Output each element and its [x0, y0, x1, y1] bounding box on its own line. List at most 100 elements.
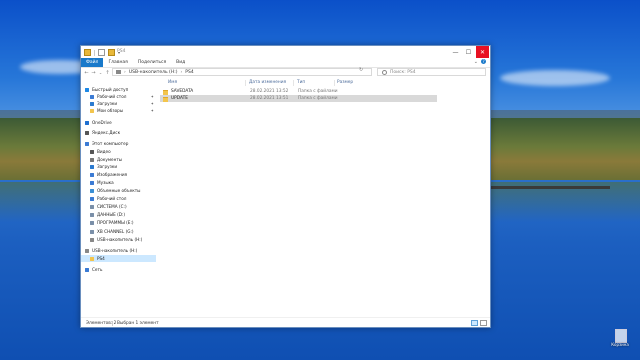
column-date[interactable]: Дата изменения [249, 80, 286, 87]
tab-view[interactable]: Вид [171, 58, 190, 67]
recent-locations-button[interactable]: ⌄ [97, 70, 104, 75]
download-icon [90, 101, 94, 106]
search-input[interactable]: Поиск: PS4 [377, 68, 486, 76]
minimize-button[interactable]: — [449, 46, 462, 58]
navigation-pane: Быстрый доступ Рабочий стол ✦ Загрузки ✦ Мои … [81, 79, 156, 317]
sidebar-item-label: Быстрый доступ [92, 87, 129, 92]
sidebar-item[interactable]: Загрузки ✦ [81, 100, 156, 107]
computer-icon [85, 141, 89, 146]
sidebar-item[interactable]: Музыка [81, 179, 156, 186]
chevron-right-icon: › [124, 69, 126, 75]
sidebar-item-label: Объемные объекты [97, 188, 141, 193]
sidebar-item-label: СИСТЕМА (C:) [97, 204, 127, 209]
usb-icon [116, 70, 121, 74]
folder-icon [90, 108, 94, 113]
sidebar-item[interactable]: СИСТЕМА (C:) [81, 203, 156, 210]
sidebar-item[interactable]: Быстрый доступ [81, 86, 156, 93]
file-list: Имя Дата изменения Тип Размер SAVEDATA 2… [159, 79, 488, 317]
sidebar-item[interactable]: ДАННЫЕ (D:) [81, 211, 156, 218]
pin-icon: ✦ [150, 108, 154, 113]
details-view-button[interactable] [471, 320, 478, 326]
file-type: Папка с файлами [298, 89, 338, 94]
pin-icon: ✦ [150, 101, 154, 106]
sidebar-item-label: ПРОГРАММЫ (E:) [97, 220, 134, 225]
document-icon [90, 157, 94, 162]
separator [112, 321, 113, 326]
forward-button[interactable]: → [90, 70, 97, 76]
properties-icon[interactable] [98, 49, 105, 56]
recycle-bin[interactable]: Корзина [611, 328, 629, 348]
table-row[interactable]: UPDATE 28.02.2021 13:51 Папка с файлами [160, 95, 437, 102]
sidebar-item[interactable]: Мои обзоры ✦ [81, 107, 156, 114]
sidebar-item[interactable]: Загрузки [81, 163, 156, 170]
folder-icon [163, 96, 168, 102]
sidebar-item[interactable]: Видео [81, 148, 156, 155]
sidebar-item-label: Яндекс.Диск [92, 130, 121, 135]
sidebar-item[interactable]: Рабочий стол ✦ [81, 93, 156, 100]
star-icon [85, 87, 89, 92]
image-icon [90, 172, 94, 177]
file-name: UPDATE [171, 96, 188, 101]
sidebar-item-label: Этот компьютер [92, 141, 129, 146]
sidebar-item[interactable]: Сеть [81, 266, 156, 273]
sidebar-item-label: Рабочий стол [97, 94, 127, 99]
sidebar-item[interactable]: Этот компьютер [81, 140, 156, 147]
separator [94, 49, 95, 56]
sidebar-item-label: Изображения [97, 172, 128, 177]
column-type[interactable]: Тип [297, 80, 305, 87]
file-date: 28.02.2021 13:52 [250, 89, 289, 94]
tab-file[interactable]: Файл [81, 58, 104, 67]
chevron-down-icon[interactable]: ⌄ [474, 59, 478, 65]
quick-access-toolbar: ▾ [84, 49, 120, 56]
network-icon [85, 267, 89, 272]
explorer-window: ▾ PS4 — ☐ ✕ Файл Главная Поделиться Вид … [80, 45, 491, 328]
address-bar[interactable]: › USB-накопитель (H:) › PS4 [112, 68, 372, 76]
disk-icon [85, 130, 89, 135]
column-separator[interactable] [245, 80, 246, 86]
sidebar-item[interactable]: OneDrive [81, 119, 156, 126]
sidebar-item-label: PS4 [97, 256, 105, 261]
refresh-icon[interactable]: ↻ [359, 67, 363, 73]
tab-home[interactable]: Главная [103, 58, 132, 67]
sidebar-item[interactable]: Рабочий стол [81, 195, 156, 202]
sidebar-item[interactable]: Объемные объекты [81, 187, 156, 194]
wallpaper-cloud [500, 70, 610, 86]
tab-share[interactable]: Поделиться [133, 58, 171, 67]
breadcrumb-drive[interactable]: USB-накопитель (H:) [129, 70, 178, 75]
sidebar-item-label: Загрузки [97, 164, 118, 169]
sidebar-item[interactable]: USB-накопитель (H:) [81, 236, 156, 243]
sidebar-item[interactable]: XB CHANNEL (G:) [81, 228, 156, 235]
column-separator[interactable] [334, 80, 335, 86]
title-bar[interactable]: ▾ PS4 — ☐ ✕ [81, 46, 490, 58]
up-button[interactable]: ↑ [104, 70, 111, 76]
column-name[interactable]: Имя [168, 80, 177, 87]
column-separator[interactable] [293, 80, 294, 86]
sidebar-item-label: OneDrive [92, 120, 112, 125]
sidebar-item[interactable]: Документы [81, 156, 156, 163]
folder-icon [90, 256, 94, 261]
desktop-icon [90, 94, 94, 99]
breadcrumb-folder[interactable]: PS4 [185, 70, 193, 75]
wallpaper-dock [490, 186, 610, 189]
file-name: SAVEDATA [171, 89, 194, 94]
new-folder-icon[interactable] [108, 49, 115, 56]
cube-icon [90, 188, 94, 193]
folder-icon [163, 89, 168, 95]
recycle-bin-icon [615, 329, 627, 343]
sidebar-item[interactable]: ПРОГРАММЫ (E:) [81, 219, 156, 226]
sidebar-item[interactable]: USB-накопитель (H:) [81, 247, 156, 254]
usb-icon [85, 248, 89, 253]
sidebar-item[interactable]: Изображения [81, 171, 156, 178]
file-date: 28.02.2021 13:51 [250, 96, 289, 101]
maximize-button[interactable]: ☐ [462, 46, 475, 58]
help-icon[interactable]: ? [481, 59, 486, 64]
close-button[interactable]: ✕ [476, 46, 489, 58]
table-row[interactable]: SAVEDATA 28.02.2021 13:52 Папка с файлам… [160, 88, 437, 95]
large-icons-view-button[interactable] [480, 320, 487, 326]
download-icon [90, 164, 94, 169]
column-size[interactable]: Размер [337, 80, 353, 87]
back-button[interactable]: ← [83, 70, 90, 76]
sidebar-item[interactable]: Яндекс.Диск [81, 129, 156, 136]
sidebar-item[interactable]: PS4 [81, 255, 156, 262]
sidebar-item-label: XB CHANNEL (G:) [97, 229, 134, 234]
